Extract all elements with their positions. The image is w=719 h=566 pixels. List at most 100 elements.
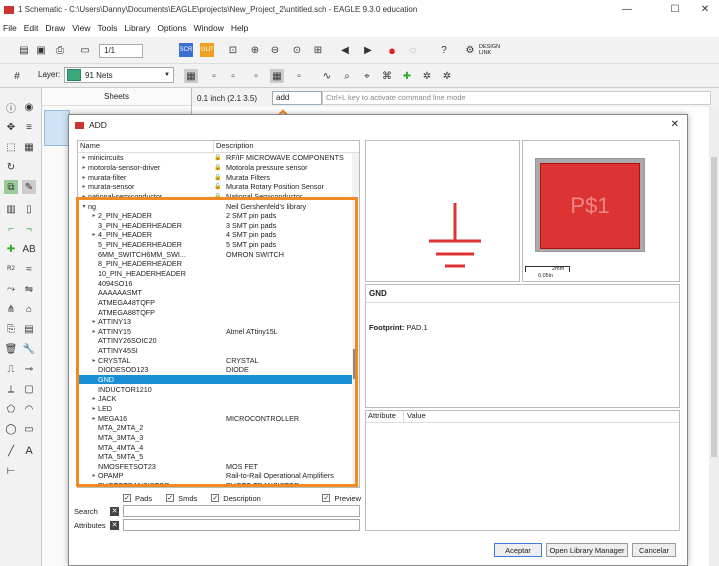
open-icon[interactable]: ▤ — [17, 43, 31, 57]
grid-icon[interactable]: # — [10, 69, 24, 83]
search-input[interactable] — [123, 505, 360, 517]
tree-row[interactable]: ATTINY45SI — [78, 346, 359, 356]
view-option-icon[interactable]: ▫ — [292, 69, 306, 83]
wire-icon[interactable]: ⌐ — [4, 222, 18, 236]
caret-right-icon[interactable]: ▸ — [90, 318, 98, 325]
caret-down-icon[interactable]: ▾ — [80, 203, 88, 210]
tree-row[interactable]: 3_PIN_HEADERHEADER 3 SMT pin pads — [78, 220, 359, 230]
menu-options[interactable]: Options — [154, 23, 189, 33]
circle-icon[interactable]: ◯ — [4, 422, 18, 436]
tree-row[interactable]: 5_PIN_HEADERHEADER 5 SMT pin pads — [78, 240, 359, 250]
wrench-icon[interactable]: 🔧 — [22, 342, 36, 356]
caret-right-icon[interactable]: ▸ — [90, 472, 98, 479]
script-icon[interactable]: SCR — [179, 43, 193, 57]
tree-row[interactable]: 10_PIN_HEADERHEADER — [78, 269, 359, 279]
menu-edit[interactable]: Edit — [21, 23, 42, 33]
zoom-select-icon[interactable]: ⊞ — [311, 43, 325, 57]
move-icon[interactable]: ✥ — [4, 120, 18, 134]
trash-icon[interactable]: 🗑 — [4, 342, 18, 356]
zoom-out-icon[interactable]: ⊖ — [268, 43, 282, 57]
tree-row[interactable]: ▸ MEGA16 MICROCONTROLLER — [78, 413, 359, 423]
menu-file[interactable]: File — [0, 23, 20, 33]
tree-row[interactable]: GND — [78, 374, 359, 385]
value-column[interactable]: Value — [404, 411, 426, 422]
caret-right-icon[interactable]: ▸ — [90, 357, 98, 364]
description-option[interactable]: ✓ Description — [211, 494, 261, 503]
clear-search-icon[interactable]: ✕ — [110, 506, 119, 516]
open-library-manager-button[interactable]: Open Library Manager — [546, 543, 628, 557]
accept-button[interactable]: Aceptar — [494, 543, 542, 557]
go-icon[interactable]: ○ — [406, 43, 420, 57]
caret-right-icon[interactable]: ▸ — [80, 183, 88, 190]
tree-row[interactable]: 6MM_SWITCH6MM_SWI... OMRON SWITCH — [78, 249, 359, 259]
tree-row[interactable]: ATMEGA48TQFP — [78, 298, 359, 308]
bus-icon[interactable]: ⎍ — [4, 362, 18, 376]
tree-scroll-thumb[interactable] — [353, 349, 358, 379]
minimize-button[interactable]: — — [612, 0, 642, 19]
command-input[interactable]: add — [272, 91, 322, 105]
tree-row[interactable]: ▸ 4_PIN_HEADER 4 SMT pin pads — [78, 230, 359, 240]
caret-right-icon[interactable]: ▸ — [90, 212, 98, 219]
print-icon[interactable]: ⎙ — [53, 43, 67, 57]
tree-row[interactable]: ATMEGA88TQFP — [78, 307, 359, 317]
dialog-close-icon[interactable]: ✕ — [671, 119, 679, 130]
zoom-in-icon[interactable]: ⊕ — [248, 43, 262, 57]
view-option-icon[interactable]: ▦ — [184, 69, 198, 83]
label-icon[interactable]: AB — [22, 242, 36, 256]
caret-right-icon[interactable]: ▸ — [90, 415, 98, 422]
add-net-icon[interactable]: ✚ — [400, 69, 414, 83]
eye-icon[interactable]: ◉ — [22, 100, 36, 114]
view-option-icon[interactable]: ▫ — [207, 69, 221, 83]
tree-row[interactable]: 8_PIN_HEADERHEADER — [78, 259, 359, 269]
attributes-input[interactable] — [123, 519, 360, 531]
command-hint[interactable]: Ctrl+L key to activate command line mode — [322, 91, 711, 105]
caret-right-icon[interactable]: ▸ — [90, 482, 98, 487]
tree-row[interactable]: ▸ LED — [78, 404, 359, 414]
tag-icon[interactable]: ⌂ — [22, 302, 36, 316]
column-name[interactable]: Name — [78, 141, 214, 152]
rename-icon[interactable]: R2 — [4, 262, 18, 276]
line-icon[interactable]: ╱ — [4, 444, 18, 458]
close-window-button[interactable]: ✕ — [690, 0, 719, 19]
smds-option[interactable]: ✓ Smds — [166, 494, 197, 503]
junction-icon[interactable]: ⊸ — [22, 362, 36, 376]
view-option-icon[interactable]: ▦ — [270, 69, 284, 83]
select-icon[interactable]: ⬚ — [4, 140, 18, 154]
layer-select[interactable]: 91 Nets ▼ — [64, 67, 174, 83]
tree-row[interactable]: MTA_5MTA_5 — [78, 452, 359, 462]
preview-checkbox[interactable]: ✓ — [322, 494, 331, 502]
tree-row[interactable]: ▸ 2_PIN_HEADER 2 SMT pin pads — [78, 211, 359, 221]
sheet-icon[interactable]: ▭ — [78, 43, 92, 57]
ulp-icon[interactable]: ULP — [200, 43, 214, 57]
sheet-thumbnail[interactable] — [44, 110, 70, 146]
menu-window[interactable]: Window — [191, 23, 227, 33]
search-icon[interactable]: ⌕ — [340, 69, 354, 83]
tree-row[interactable]: ▸ national-semiconductor 🔒 National Semicon… — [78, 192, 359, 202]
tree-row[interactable]: ▸ motorola-sensor-driver 🔒 Motorola pressur… — [78, 163, 359, 173]
split-icon[interactable]: ⤳ — [4, 282, 18, 296]
pads-checkbox[interactable]: ✓ — [123, 494, 131, 502]
undo-icon[interactable]: ◀ — [338, 43, 352, 57]
attribute-icon[interactable]: ▤ — [22, 322, 36, 336]
wire-style-icon[interactable]: ∿ — [320, 69, 334, 83]
view-option-icon[interactable]: ▫ — [249, 69, 263, 83]
save-icon[interactable]: ▣ — [34, 43, 48, 57]
library-tree[interactable]: Name Description ▸ minicircuits 🔒 RF/IF MIC… — [77, 140, 360, 488]
tree-row[interactable]: ▸ OPAMP Rail-to-Rail Operational Amplifier… — [78, 471, 359, 481]
caret-right-icon[interactable]: ▸ — [90, 395, 98, 402]
gear-icon[interactable]: ✲ — [420, 69, 434, 83]
info-icon[interactable]: ⓘ — [4, 100, 18, 115]
caret-right-icon[interactable]: ▸ — [90, 405, 98, 412]
ruler-icon[interactable]: ⟂ — [4, 382, 18, 396]
tree-row[interactable]: 4094SO16 — [78, 278, 359, 288]
design-link-label[interactable]: DESIGN LINK — [479, 44, 500, 56]
tree-row[interactable]: ▸ murata-filter 🔒 Murata Filters — [78, 172, 359, 182]
part-icon[interactable]: ▯ — [22, 202, 36, 216]
tree-row[interactable]: ▸ minicircuits 🔒 RF/IF MICROWAVE COMPONENTS — [78, 153, 359, 163]
tree-row[interactable]: INDUCTOR1210 — [78, 384, 359, 394]
value-icon[interactable]: ≈ — [22, 262, 36, 276]
tree-row[interactable]: MTA_2MTA_2 — [78, 423, 359, 433]
tree-row[interactable]: MTA_3MTA_3 — [78, 433, 359, 443]
redo-icon[interactable]: ▶ — [361, 43, 375, 57]
caret-right-icon[interactable]: ▸ — [80, 174, 88, 181]
